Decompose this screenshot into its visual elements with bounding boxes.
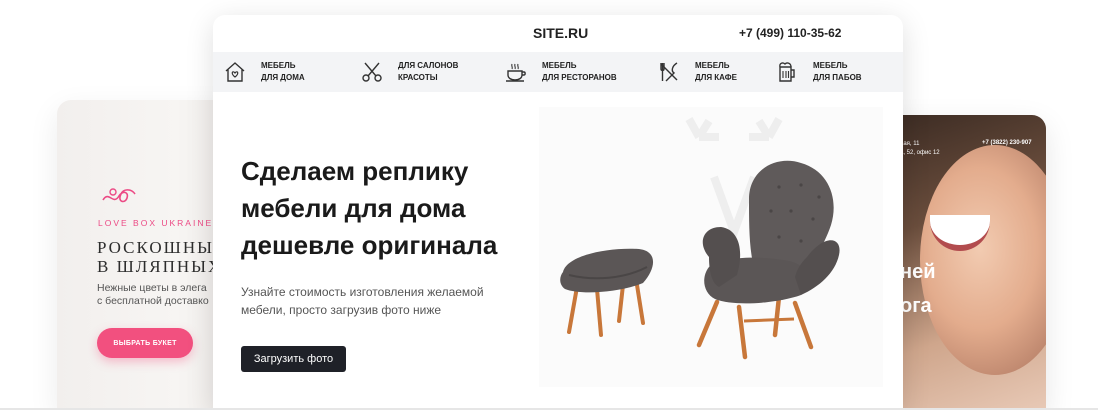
nav-label-line: МЕБЕЛЬ [261, 61, 296, 70]
nav-label: МЕБЕЛЬ ДЛЯ ПАБОВ [813, 60, 862, 84]
background-card-dental: ная, 11 а, 52, офис 12 +7 (3822) 230-907… [880, 115, 1046, 410]
hero-title-line: дешевле оригинала [241, 230, 498, 260]
upload-photo-button[interactable]: Загрузить фото [241, 346, 346, 372]
hero-subtitle-line: Узнайте стоимость изготовления желаемой [241, 285, 484, 299]
hero-title-line: мебели для дома [241, 193, 466, 223]
card-subtext: Нежные цветы в элега с бесплатной достав… [97, 282, 209, 308]
nav-label-line: ДЛЯ САЛОНОВ [398, 61, 459, 70]
hero-title: Сделаем реплику мебели для дома дешевле … [241, 153, 521, 264]
headline-fragment: ога [900, 295, 932, 317]
nav-label-line: ДЛЯ РЕСТОРАНОВ [542, 73, 617, 82]
coffee-cup-icon [506, 63, 526, 82]
hero-title-line: Сделаем реплику [241, 156, 469, 186]
nav-label: МЕБЕЛЬ ДЛЯ РЕСТОРАНОВ [542, 60, 617, 84]
nav-label: МЕБЕЛЬ ДЛЯ КАФЕ [695, 60, 737, 84]
nav-item-pubs[interactable]: МЕБЕЛЬ ДЛЯ ПАБОВ [775, 52, 862, 92]
hero-subtitle-line: мебели, просто загрузив фото ниже [241, 303, 442, 317]
nav-label-line: МЕБЕЛЬ [813, 61, 848, 70]
nav-label-line: ДЛЯ ДОМА [261, 73, 305, 82]
subtext-line: Нежные цветы в элега [97, 282, 207, 294]
dental-phone[interactable]: +7 (3822) 230-907 [982, 140, 1032, 146]
subtext-line: с бесплатной доставко [97, 295, 209, 307]
category-nav: МЕБЕЛЬ ДЛЯ ДОМА ДЛЯ САЛОНОВ КРАСОТЫ МЕБЕ… [213, 52, 903, 92]
love-box-logo-icon [102, 188, 136, 203]
brand-name: LOVE BOX UKRAINE [98, 218, 214, 228]
home-heart-icon [225, 62, 245, 82]
nav-item-cafes[interactable]: МЕБЕЛЬ ДЛЯ КАФЕ [657, 52, 737, 92]
nav-label-line: КРАСОТЫ [398, 73, 438, 82]
hero-subtitle: Узнайте стоимость изготовления желаемой … [241, 283, 511, 319]
address-line: ная, 11 [900, 141, 920, 147]
armchair-ottoman-photo [539, 107, 883, 387]
fork-knife-icon [660, 62, 678, 82]
card-heading: РОСКОШНЫЕ В ШЛЯПНЫХ [97, 238, 226, 276]
beer-mug-icon [779, 62, 795, 82]
nav-item-home-furniture[interactable]: МЕБЕЛЬ ДЛЯ ДОМА [223, 52, 305, 92]
nav-label-line: ДЛЯ ПАБОВ [813, 73, 862, 82]
heading-line: В ШЛЯПНЫХ [97, 257, 223, 276]
nav-label-line: ДЛЯ КАФЕ [695, 73, 737, 82]
nav-label: ДЛЯ САЛОНОВ КРАСОТЫ [398, 60, 458, 84]
nav-label-line: МЕБЕЛЬ [695, 61, 730, 70]
choose-bouquet-button[interactable]: ВЫБРАТЬ БУКЕТ [97, 328, 193, 358]
address-text: ная, 11 а, 52, офис 12 [900, 140, 940, 158]
scissors-icon [362, 62, 382, 82]
nav-label-line: МЕБЕЛЬ [542, 61, 577, 70]
headline-fragment: ней [900, 261, 936, 283]
header-phone[interactable]: +7 (499) 110-35-62 [739, 26, 841, 40]
address-line: а, 52, офис 12 [900, 150, 940, 156]
nav-item-restaurants[interactable]: МЕБЕЛЬ ДЛЯ РЕСТОРАНОВ [504, 52, 617, 92]
top-bar: SITE.RU +7 (499) 110-35-62 [213, 15, 903, 52]
main-landing-card: SITE.RU +7 (499) 110-35-62 МЕБЕЛЬ ДЛЯ ДО… [213, 15, 903, 410]
nav-item-beauty-salons[interactable]: ДЛЯ САЛОНОВ КРАСОТЫ [360, 52, 458, 92]
heading-line: РОСКОШНЫЕ [97, 238, 227, 257]
site-logo[interactable]: SITE.RU [533, 25, 588, 41]
nav-label: МЕБЕЛЬ ДЛЯ ДОМА [261, 60, 305, 84]
smiling-woman-photo [920, 145, 1046, 375]
